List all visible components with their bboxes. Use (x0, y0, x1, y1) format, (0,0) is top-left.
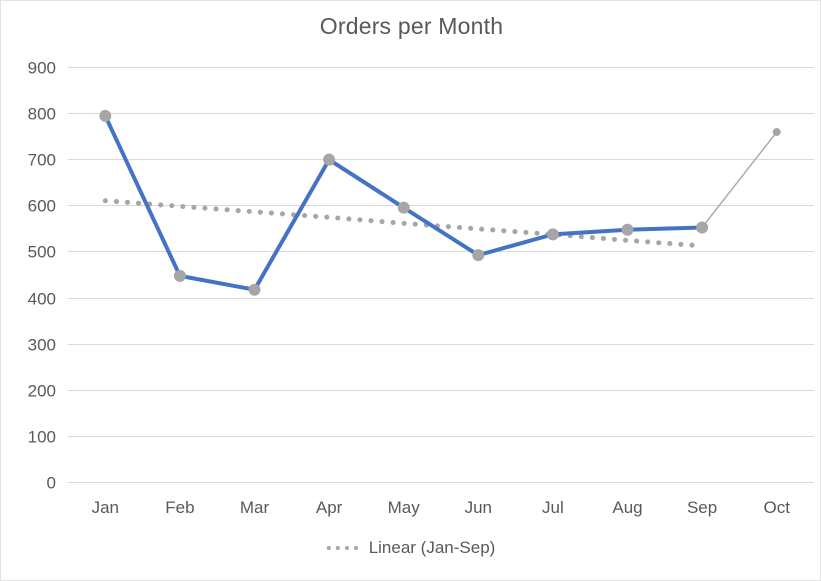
data-point-marker (472, 249, 485, 262)
y-axis-tick-label: 100 (28, 428, 56, 447)
x-axis-tick-label: Aug (612, 498, 642, 517)
y-axis-tick-label: 400 (28, 290, 56, 309)
x-axis-tick-label: Oct (763, 498, 790, 517)
y-axis-tick-labels: 0 100 200 300 400 500 600 700 800 900 (28, 59, 56, 493)
y-axis-tick-label: 900 (28, 59, 56, 78)
y-axis-tick-label: 800 (28, 105, 56, 124)
x-axis-tick-label: Sep (687, 498, 717, 517)
y-axis-tick-label: 500 (28, 243, 56, 262)
y-axis-tick-label: 200 (28, 382, 56, 401)
chart-container: Orders per Month 0 100 200 300 400 500 600 700 8… (0, 0, 821, 581)
data-point-marker (173, 269, 186, 282)
chart-legend[interactable]: Linear (Jan-Sep) (326, 538, 496, 557)
chart-plot-area: 0 100 200 300 400 500 600 700 800 900 Jan Feb Mar Ap… (28, 59, 814, 557)
x-axis-tick-label: May (388, 498, 421, 517)
data-point-marker (99, 109, 112, 122)
x-axis-tick-label: Apr (316, 498, 343, 517)
data-point-marker (546, 228, 559, 241)
data-point-marker (397, 201, 410, 214)
x-axis-tick-label: Jan (92, 498, 119, 517)
y-axis-tick-label: 300 (28, 336, 56, 355)
orders-series-line (103, 113, 778, 292)
y-axis-tick-label: 600 (28, 197, 56, 216)
data-point-marker (696, 221, 709, 234)
y-axis-tick-label: 0 (47, 474, 56, 493)
x-axis-tick-labels: Jan Feb Mar Apr May Jun Jul Aug Sep Oct (92, 498, 791, 517)
x-axis-tick-label: Mar (240, 498, 270, 517)
x-axis-tick-label: Feb (165, 498, 194, 517)
data-point-marker (621, 223, 634, 236)
y-axis-tick-label: 700 (28, 151, 56, 170)
data-point-marker (248, 283, 261, 296)
x-axis-tick-label: Jul (542, 498, 564, 517)
orders-series-markers (99, 109, 781, 296)
legend-item-label[interactable]: Linear (Jan-Sep) (369, 538, 496, 557)
data-point-marker (772, 128, 781, 137)
orders-line-forecast-segment (701, 131, 778, 228)
x-axis-tick-label: Jun (465, 498, 492, 517)
data-point-marker (323, 153, 336, 166)
